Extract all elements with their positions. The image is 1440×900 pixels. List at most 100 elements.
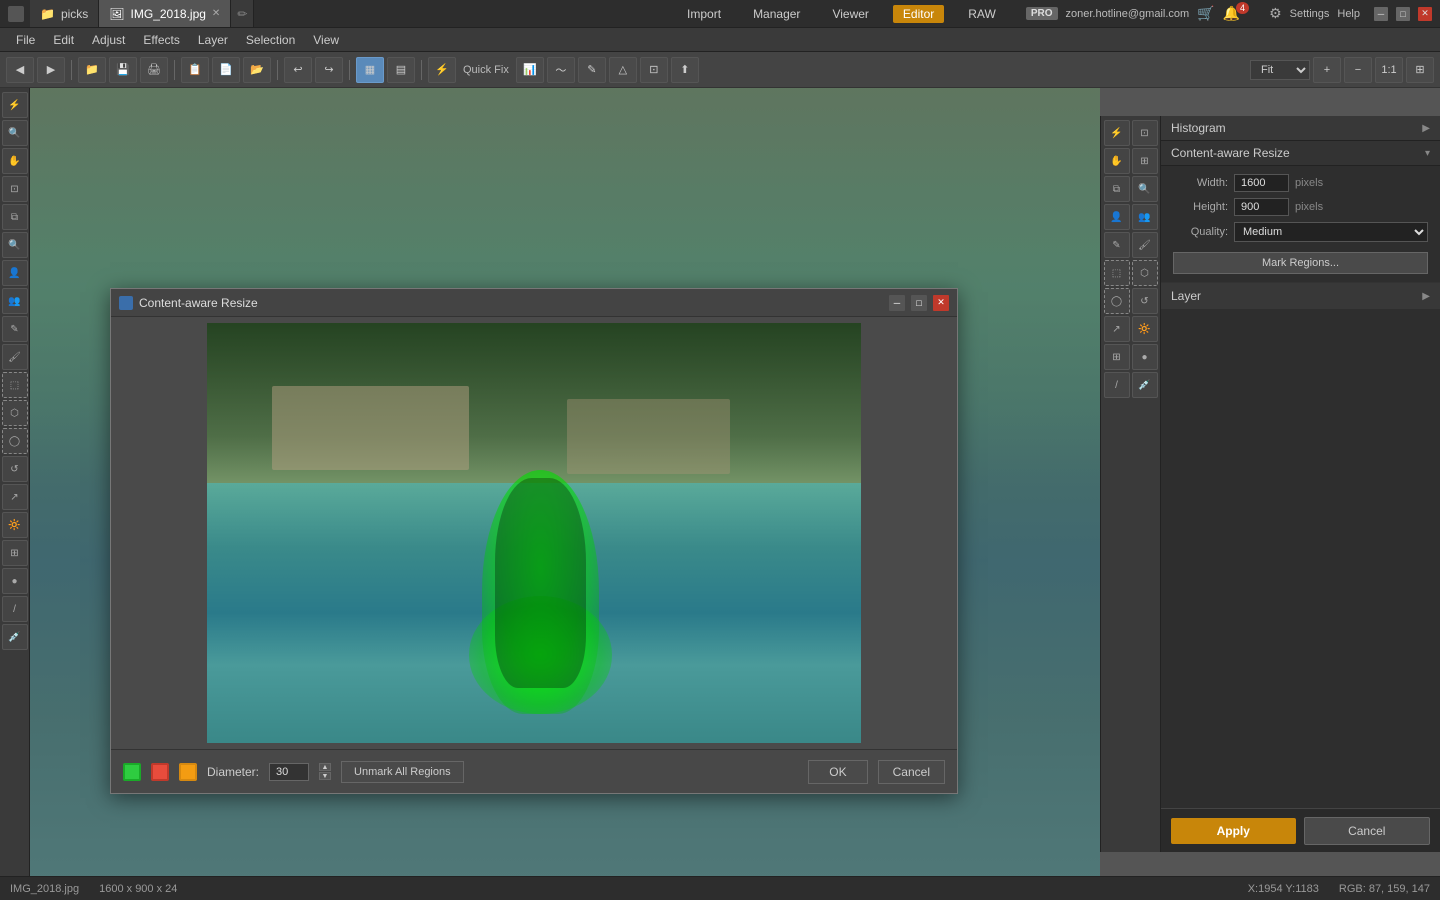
dialog-canvas[interactable] — [117, 323, 951, 743]
rtool-person1[interactable]: 👤 — [1104, 204, 1130, 230]
gear-icon[interactable]: ⚙ — [1269, 5, 1282, 22]
resize-btn[interactable]: ⊡ — [640, 57, 668, 83]
rtool-pen2[interactable]: ✎ — [1104, 232, 1130, 258]
nav-viewer[interactable]: Viewer — [824, 5, 876, 23]
print-btn[interactable]: 🖨 — [140, 57, 168, 83]
help-label[interactable]: Help — [1337, 8, 1360, 20]
tool-crop[interactable]: ⊡ — [2, 176, 28, 202]
tab-img-close[interactable]: ✕ — [212, 8, 220, 19]
tool-container[interactable]: ⊞ — [2, 540, 28, 566]
back-btn[interactable]: ◀ — [6, 57, 34, 83]
close-btn[interactable]: ✕ — [1418, 7, 1432, 21]
tool-select1[interactable]: ⬚ — [2, 372, 28, 398]
tool-circle[interactable]: ● — [2, 568, 28, 594]
histogram-arrow[interactable]: ▶ — [1422, 123, 1430, 134]
zoom-select[interactable]: Fit 100% 50% — [1250, 60, 1310, 80]
tool-brush[interactable]: 🖌 — [2, 344, 28, 370]
rtool-lasso2[interactable]: ↺ — [1132, 288, 1158, 314]
grid-btn[interactable]: ▦ — [356, 57, 384, 83]
grid2-btn[interactable]: ▤ — [387, 57, 415, 83]
layer-arrow[interactable]: ▶ — [1422, 291, 1430, 302]
histogram-btn[interactable]: 📊 — [516, 57, 544, 83]
tool-layer[interactable]: ⧉ — [2, 204, 28, 230]
dialog-close[interactable]: ✕ — [933, 295, 949, 311]
marker-red-btn[interactable] — [151, 763, 169, 781]
rtool-stamp2[interactable]: 🔆 — [1132, 316, 1158, 342]
rtool-layer2[interactable]: ⧉ — [1104, 176, 1130, 202]
rtool-line2[interactable]: / — [1104, 372, 1130, 398]
height-input[interactable] — [1234, 198, 1289, 216]
copy-btn[interactable]: 📋 — [181, 57, 209, 83]
tool-pen[interactable]: ✎ — [2, 316, 28, 342]
apply-btn[interactable]: Apply — [1171, 818, 1296, 844]
menu-selection[interactable]: Selection — [238, 31, 303, 49]
tab-picks[interactable]: 📁 picks — [30, 0, 99, 27]
minimize-btn[interactable]: ─ — [1374, 7, 1388, 21]
export-btn[interactable]: ⬆ — [671, 57, 699, 83]
rtool-zoom3[interactable]: 🔍 — [1132, 176, 1158, 202]
tool-select2[interactable]: ⬡ — [2, 400, 28, 426]
tool-portrait[interactable]: 👤 — [2, 260, 28, 286]
menu-effects[interactable]: Effects — [135, 31, 187, 49]
rtool-eye[interactable]: 💉 — [1132, 372, 1158, 398]
forward-btn[interactable]: ▶ — [37, 57, 65, 83]
dialog-maximize[interactable]: □ — [911, 295, 927, 311]
rtool-person2[interactable]: 👥 — [1132, 204, 1158, 230]
tool-eyedrop[interactable]: 💉 — [2, 624, 28, 650]
zoom-out-btn[interactable]: − — [1344, 57, 1372, 83]
tool-flash[interactable]: ⚡ — [2, 92, 28, 118]
rtool-crop2[interactable]: ⊞ — [1132, 148, 1158, 174]
tool-select3[interactable]: ◯ — [2, 428, 28, 454]
width-input[interactable] — [1234, 174, 1289, 192]
tab-new[interactable]: ✏ — [231, 0, 254, 27]
curve-btn[interactable]: 〜 — [547, 57, 575, 83]
open-btn[interactable]: 📂 — [243, 57, 271, 83]
tool-zoom2[interactable]: 🔍 — [2, 232, 28, 258]
zoom-in-btn[interactable]: + — [1313, 57, 1341, 83]
settings-label[interactable]: Settings — [1290, 8, 1330, 20]
rtool-sel2[interactable]: ⬡ — [1132, 260, 1158, 286]
diameter-input[interactable] — [269, 763, 309, 781]
shape-btn[interactable]: △ — [609, 57, 637, 83]
tool-stamp[interactable]: 🔆 — [2, 512, 28, 538]
marker-green-btn[interactable] — [123, 763, 141, 781]
tool-hand[interactable]: ✋ — [2, 148, 28, 174]
zoom-fit-btn[interactable]: ⊞ — [1406, 57, 1434, 83]
diameter-down[interactable]: ▼ — [319, 772, 331, 780]
nav-import[interactable]: Import — [679, 5, 729, 23]
tab-img[interactable]: 🖼 IMG_2018.jpg ✕ — [99, 0, 231, 27]
rtool-cont[interactable]: ⊞ — [1104, 344, 1130, 370]
tool-portrait2[interactable]: 👥 — [2, 288, 28, 314]
menu-layer[interactable]: Layer — [190, 31, 236, 49]
menu-file[interactable]: File — [8, 31, 43, 49]
rtool-copy[interactable]: ⊡ — [1132, 120, 1158, 146]
rtool-hand[interactable]: ✋ — [1104, 148, 1130, 174]
undo-btn[interactable]: ↩ — [284, 57, 312, 83]
nav-raw[interactable]: RAW — [960, 5, 1004, 23]
menu-view[interactable]: View — [305, 31, 347, 49]
rtool-sel1[interactable]: ⬚ — [1104, 260, 1130, 286]
mark-regions-btn[interactable]: Mark Regions... — [1173, 252, 1428, 274]
menu-edit[interactable]: Edit — [45, 31, 82, 49]
quickfix-label[interactable]: Quick Fix — [459, 64, 513, 76]
dialog-ok-btn[interactable]: OK — [808, 760, 867, 784]
cancel-btn[interactable]: Cancel — [1304, 817, 1431, 845]
folder-btn[interactable]: 📁 — [78, 57, 106, 83]
dialog-cancel-btn[interactable]: Cancel — [878, 760, 945, 784]
rtool-flash[interactable]: ⚡ — [1104, 120, 1130, 146]
tool-lasso[interactable]: ↺ — [2, 456, 28, 482]
rtool-circ[interactable]: ● — [1132, 344, 1158, 370]
unmark-regions-btn[interactable]: Unmark All Regions — [341, 761, 464, 783]
redo-btn[interactable]: ↪ — [315, 57, 343, 83]
dialog-minimize[interactable]: ─ — [889, 295, 905, 311]
nav-editor[interactable]: Editor — [893, 5, 944, 23]
quality-select[interactable]: Medium Low High — [1234, 222, 1428, 242]
rtool-sel3[interactable]: ◯ — [1104, 288, 1130, 314]
save-btn[interactable]: 💾 — [109, 57, 137, 83]
zoom-100-btn[interactable]: 1:1 — [1375, 57, 1403, 83]
tool-line[interactable]: / — [2, 596, 28, 622]
paste-btn[interactable]: 📄 — [212, 57, 240, 83]
diameter-up[interactable]: ▲ — [319, 763, 331, 771]
menu-adjust[interactable]: Adjust — [84, 31, 133, 49]
maximize-btn[interactable]: □ — [1396, 7, 1410, 21]
